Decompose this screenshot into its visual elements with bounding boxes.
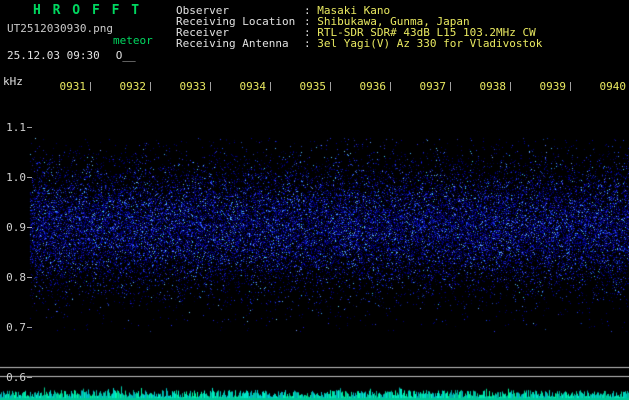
y-tick-mark	[27, 377, 32, 378]
y-tick-label: 0.7	[6, 321, 26, 334]
x-tick-mark	[270, 82, 271, 91]
x-tick-mark	[330, 82, 331, 91]
status-indicator: O__	[115, 49, 136, 62]
x-tick-label: 0934	[239, 80, 267, 93]
x-tick-label: 0935	[299, 80, 327, 93]
station-info: Observer: Masaki Kano Receiving Location:…	[176, 5, 542, 49]
x-tick-mark	[390, 82, 391, 91]
x-tick-mark	[210, 82, 211, 91]
y-tick-label: 1.1	[6, 121, 26, 134]
timestamp: 25.12.03 09:30	[7, 49, 100, 62]
y-axis-unit-label: kHz	[3, 75, 23, 88]
y-tick-label: 0.9	[6, 221, 26, 234]
x-tick-mark	[510, 82, 511, 91]
x-tick-label: 0937	[419, 80, 447, 93]
hrofft-screen: H R O F F T UT2512030930.png meteor 25.1…	[0, 0, 629, 400]
x-tick-mark	[90, 82, 91, 91]
y-tick-mark	[27, 127, 32, 128]
y-tick-mark	[27, 327, 32, 328]
y-tick-label: 0.8	[6, 271, 26, 284]
x-tick-mark	[570, 82, 571, 91]
x-tick-label: 0931	[59, 80, 87, 93]
x-tick-label: 0938	[479, 80, 507, 93]
field-value: 3el Yagi(V) Az 330 for Vladivostok	[317, 37, 543, 50]
y-tick-label: 0.6	[6, 371, 26, 384]
x-tick-label: 0940	[599, 80, 627, 93]
y-tick-mark	[27, 277, 32, 278]
timestamp-line: 25.12.03 09:30 O__	[7, 49, 136, 62]
x-tick-label: 0933	[179, 80, 207, 93]
output-filename: UT2512030930.png	[7, 22, 113, 35]
x-tick-label: 0932	[119, 80, 147, 93]
x-tick-label: 0936	[359, 80, 387, 93]
app-title: H R O F F T	[33, 3, 142, 18]
x-tick-mark	[150, 82, 151, 91]
y-tick-mark	[27, 177, 32, 178]
x-tick-label: 0939	[539, 80, 567, 93]
y-tick-mark	[27, 227, 32, 228]
x-tick-mark	[450, 82, 451, 91]
station-info-row: Receiving Antenna: 3el Yagi(V) Az 330 fo…	[176, 38, 542, 49]
field-label: Receiving Antenna	[176, 37, 289, 50]
y-tick-label: 1.0	[6, 171, 26, 184]
field-colon: :	[304, 37, 318, 50]
mode-label: meteor	[113, 34, 153, 47]
